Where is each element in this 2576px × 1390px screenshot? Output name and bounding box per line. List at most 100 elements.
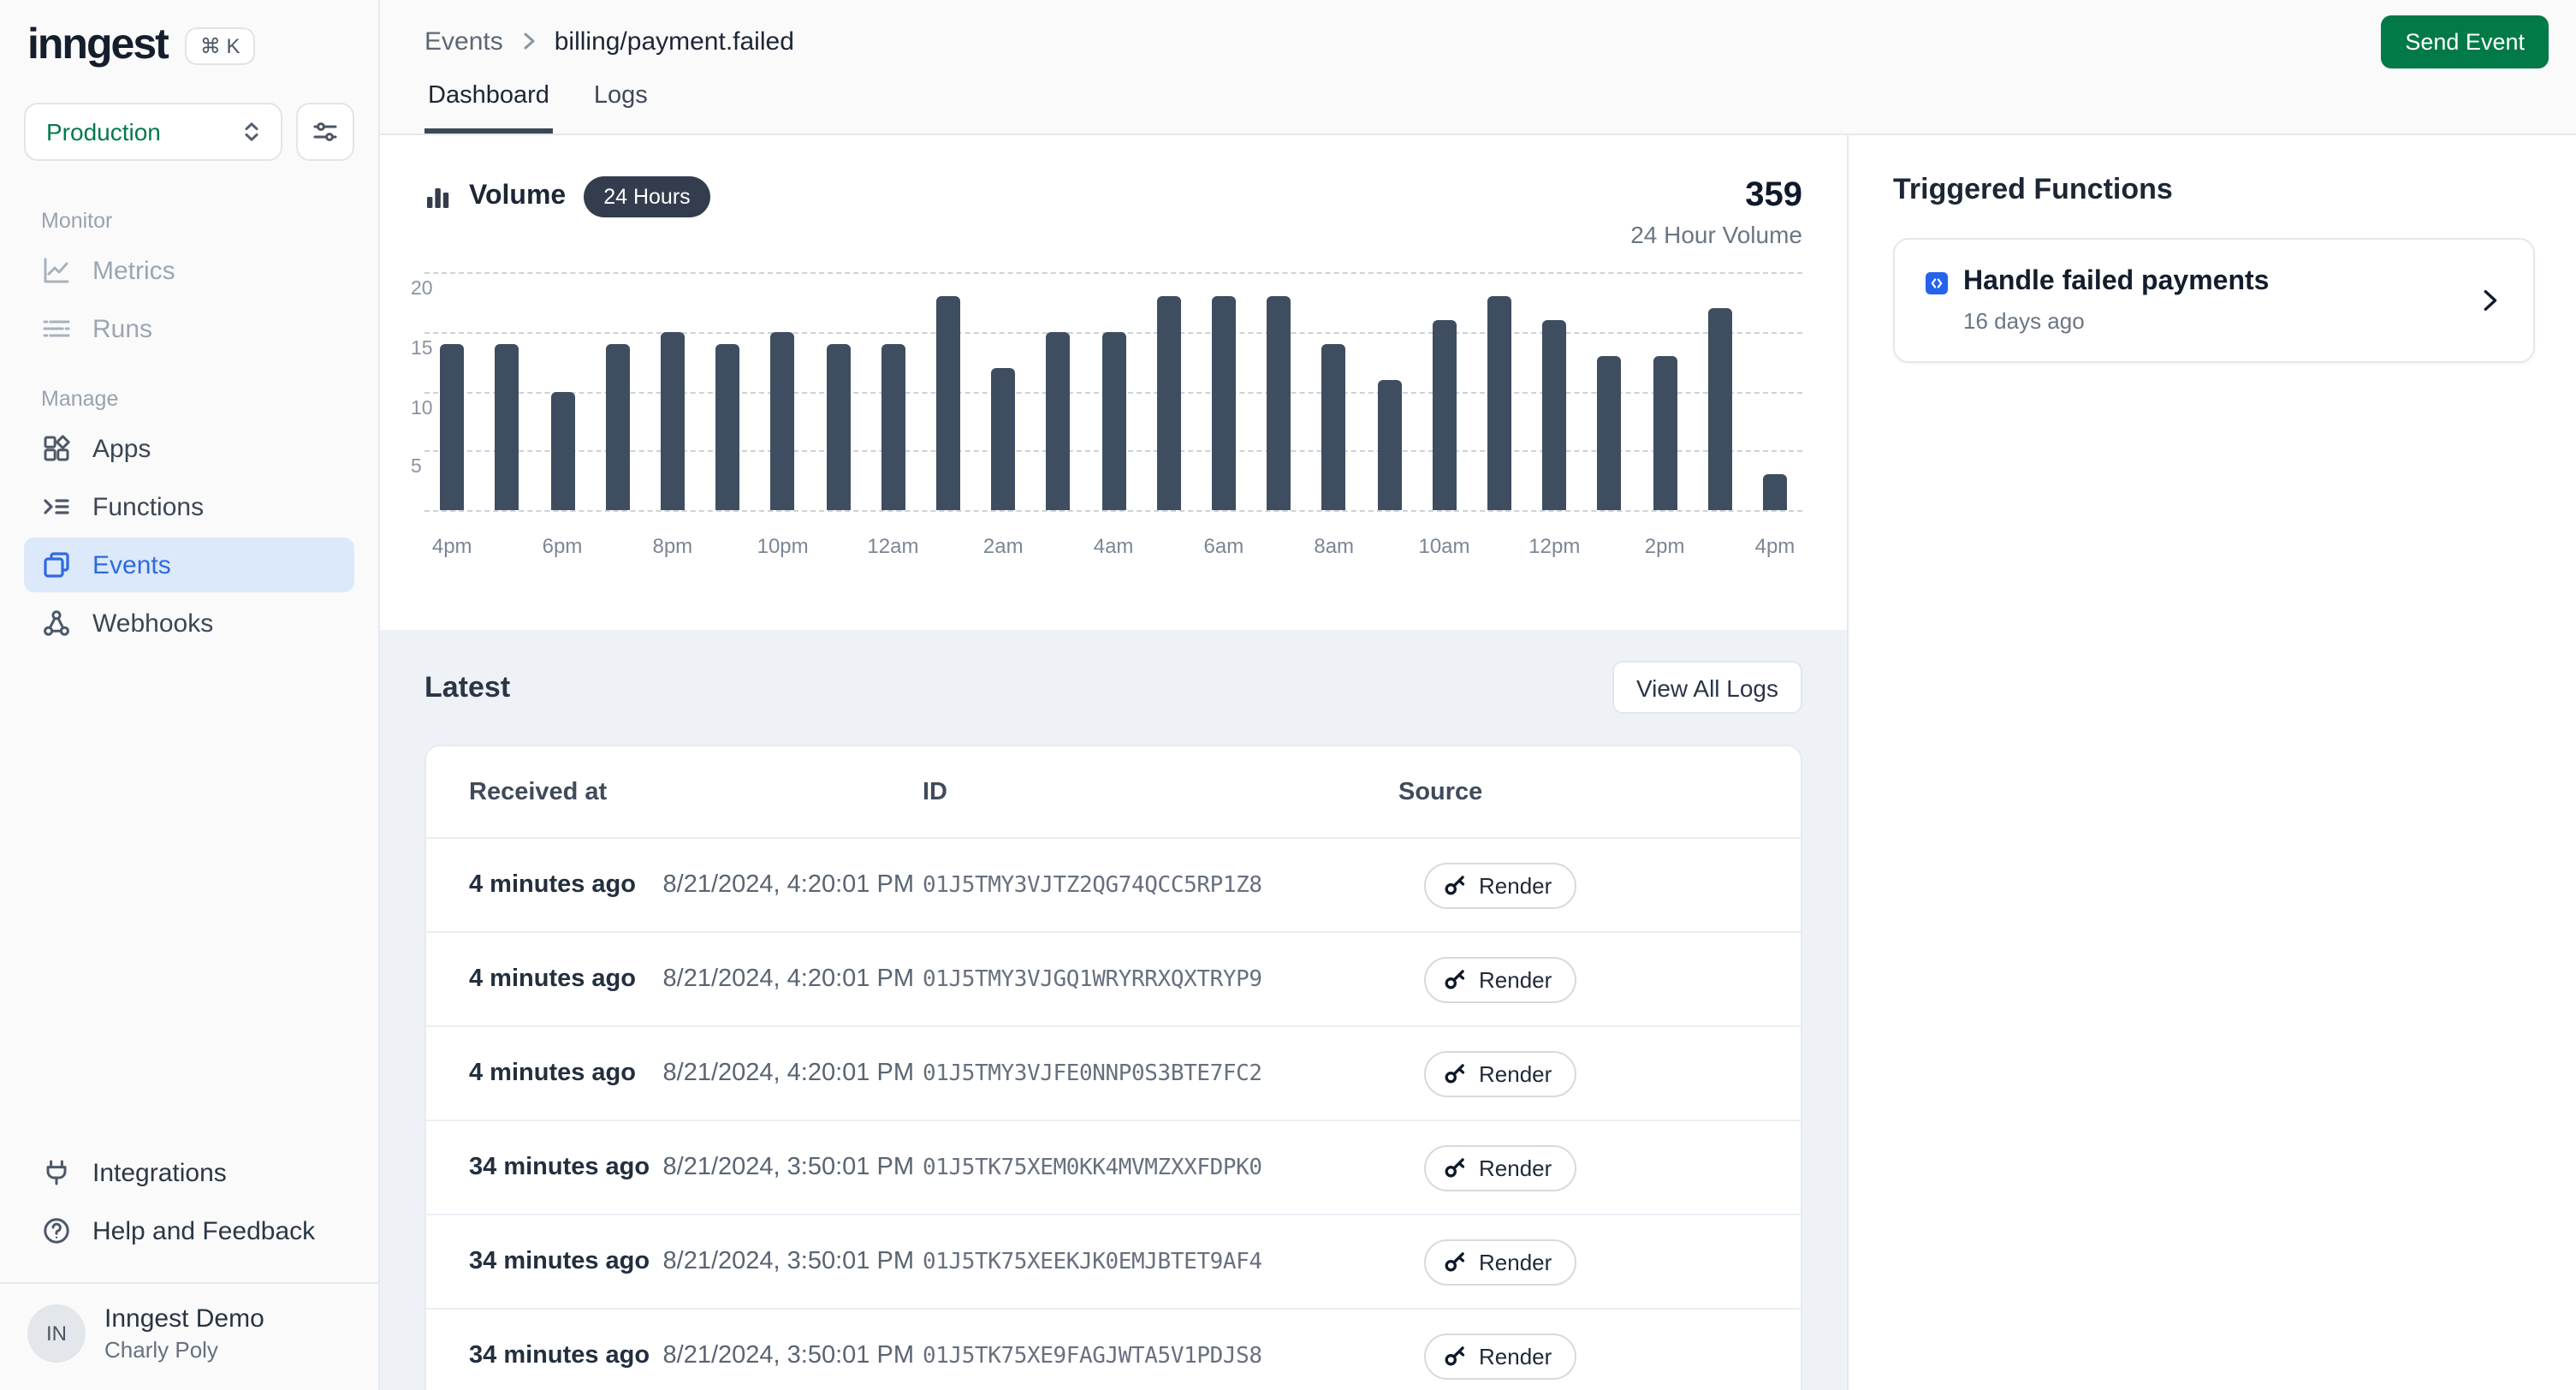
column-header-id: ID bbox=[923, 778, 1398, 805]
sliders-icon bbox=[312, 118, 339, 146]
source-label: Render bbox=[1479, 872, 1552, 898]
chart-bar-9pm bbox=[715, 343, 739, 510]
sidebar: inngest ⌘ K Production MonitorMetricsRun… bbox=[0, 0, 380, 1390]
chart-bar-1am bbox=[936, 296, 960, 510]
cell-source: Render bbox=[1398, 1144, 1801, 1191]
table-row[interactable]: 34 minutes ago8/21/2024, 3:50:01 PM01J5T… bbox=[426, 1214, 1801, 1308]
cell-event-id: 01J5TMY3VJFE0NNP0S3BTE7FC2 bbox=[923, 1060, 1398, 1086]
chart-bar-4pm bbox=[440, 343, 464, 510]
chart-bar-2pm bbox=[1653, 355, 1677, 510]
sidebar-item-events[interactable]: Events bbox=[24, 538, 354, 592]
cell-received-at: 4 minutes ago8/21/2024, 4:20:01 PM bbox=[469, 1060, 923, 1087]
tab-dashboard[interactable]: Dashboard bbox=[424, 82, 553, 134]
relative-time: 4 minutes ago bbox=[469, 871, 636, 899]
tab-logs[interactable]: Logs bbox=[591, 82, 651, 134]
chart-bar-3am bbox=[1047, 332, 1071, 511]
table-header-row: Received at ID Source bbox=[426, 746, 1801, 837]
chart-bar-slot bbox=[590, 272, 644, 510]
volume-total: 359 bbox=[1630, 176, 1802, 216]
absolute-timestamp: 8/21/2024, 3:50:01 PM bbox=[663, 1248, 914, 1275]
relative-time: 34 minutes ago bbox=[469, 1342, 650, 1369]
sidebar-nav: Monitor Metrics Runs Manage Apps Functions Eve… bbox=[24, 178, 354, 654]
sidebar-item-label: Help and Feedback bbox=[92, 1216, 315, 1245]
source-render-button[interactable]: Render bbox=[1424, 1144, 1576, 1191]
events-icon bbox=[41, 549, 72, 580]
chart-bar-12am bbox=[881, 343, 905, 510]
sidebar-item-label: Webhooks bbox=[92, 609, 213, 638]
volume-title: Volume bbox=[469, 181, 566, 212]
cell-event-id: 01J5TK75XEM0KK4MVMZXXFDPK0 bbox=[923, 1155, 1398, 1180]
sidebar-item-label: Metrics bbox=[92, 256, 175, 285]
center-column: Volume 24 Hours 359 24 Hour Volume 20151… bbox=[380, 135, 1847, 1390]
table-row[interactable]: 4 minutes ago8/21/2024, 4:20:01 PM01J5TM… bbox=[426, 837, 1801, 931]
source-label: Render bbox=[1479, 966, 1552, 992]
table-row[interactable]: 4 minutes ago8/21/2024, 4:20:01 PM01J5TM… bbox=[426, 1025, 1801, 1120]
send-event-button[interactable]: Send Event bbox=[2381, 15, 2549, 68]
key-icon bbox=[1443, 1155, 1467, 1179]
chart-bars bbox=[424, 272, 1802, 510]
source-render-button[interactable]: Render bbox=[1424, 1239, 1576, 1285]
source-render-button[interactable]: Render bbox=[1424, 956, 1576, 1002]
source-label: Render bbox=[1479, 1343, 1552, 1369]
volume-bar-chart: 2015105 bbox=[424, 272, 1802, 510]
x-axis-tick-label bbox=[479, 534, 534, 558]
chart-bar-11pm bbox=[826, 343, 850, 510]
function-name-row: Handle failed payments bbox=[1926, 267, 2269, 298]
command-k-shortcut[interactable]: ⌘ K bbox=[185, 27, 256, 64]
key-icon bbox=[1443, 1061, 1467, 1085]
sidebar-item-label: Functions bbox=[92, 492, 204, 521]
chart-bar-slot bbox=[1030, 272, 1085, 510]
chart-bar-12pm bbox=[1542, 320, 1566, 510]
chart-bar-slot bbox=[1582, 272, 1637, 510]
table-row[interactable]: 4 minutes ago8/21/2024, 4:20:01 PM01J5TM… bbox=[426, 931, 1801, 1025]
volume-header: Volume 24 Hours 359 24 Hour Volume bbox=[424, 135, 1802, 248]
chart-bar-slot bbox=[1251, 272, 1306, 510]
chart-bar-slot bbox=[810, 272, 865, 510]
sidebar-item-apps[interactable]: Apps bbox=[24, 421, 354, 476]
source-render-button[interactable]: Render bbox=[1424, 862, 1576, 908]
nav-section-label: Manage bbox=[41, 387, 354, 411]
function-last-run: 16 days ago bbox=[1963, 308, 2269, 334]
relative-time: 34 minutes ago bbox=[469, 1248, 650, 1275]
cell-event-id: 01J5TMY3VJTZ2QG74QCC5RP1Z8 bbox=[923, 872, 1398, 898]
x-axis-tick-label bbox=[1251, 534, 1306, 558]
chart-bar-slot bbox=[645, 272, 700, 510]
sidebar-item-webhooks[interactable]: Webhooks bbox=[24, 596, 354, 650]
nav-section-label: Monitor bbox=[41, 209, 354, 233]
latest-section: Latest View All Logs Received at ID Sour… bbox=[380, 630, 1847, 1390]
breadcrumb-events-link[interactable]: Events bbox=[424, 27, 503, 56]
chart-bar-slot bbox=[1748, 272, 1802, 510]
absolute-timestamp: 8/21/2024, 4:20:01 PM bbox=[663, 1060, 914, 1087]
cell-source: Render bbox=[1398, 1050, 1801, 1096]
sidebar-item-metrics[interactable]: Metrics bbox=[24, 243, 354, 298]
environment-select[interactable]: Production bbox=[24, 103, 282, 161]
x-axis-tick-label: 10pm bbox=[755, 534, 810, 558]
chart-bar-6am bbox=[1212, 296, 1236, 510]
chart-bar-3pm bbox=[1708, 308, 1732, 510]
chart-bar-9am bbox=[1377, 379, 1401, 510]
y-axis-tick-label: 5 bbox=[411, 458, 422, 478]
sidebar-item-functions[interactable]: Functions bbox=[24, 479, 354, 534]
source-render-button[interactable]: Render bbox=[1424, 1333, 1576, 1379]
user-org-name: Inngest Demo bbox=[104, 1304, 264, 1334]
triggered-functions-list: Handle failed payments 16 days ago bbox=[1893, 238, 2535, 363]
sidebar-item-runs[interactable]: Runs bbox=[24, 301, 354, 356]
sidebar-item-integrations[interactable]: Integrations bbox=[24, 1145, 354, 1200]
environment-settings-button[interactable] bbox=[296, 103, 354, 161]
table-row[interactable]: 34 minutes ago8/21/2024, 3:50:01 PM01J5T… bbox=[426, 1120, 1801, 1214]
content: Volume 24 Hours 359 24 Hour Volume 20151… bbox=[380, 135, 2576, 1390]
cell-source: Render bbox=[1398, 956, 1801, 1002]
sidebar-item-help-and-feedback[interactable]: Help and Feedback bbox=[24, 1203, 354, 1258]
volume-chart-section: Volume 24 Hours 359 24 Hour Volume 20151… bbox=[380, 135, 1847, 630]
source-render-button[interactable]: Render bbox=[1424, 1050, 1576, 1096]
chevron-right-icon bbox=[2477, 288, 2502, 313]
sidebar-item-label: Runs bbox=[92, 314, 152, 343]
view-all-logs-button[interactable]: View All Logs bbox=[1612, 661, 1802, 714]
chart-bar-slot bbox=[1637, 272, 1692, 510]
chart-bar-4pm bbox=[1763, 474, 1787, 510]
table-row[interactable]: 34 minutes ago8/21/2024, 3:50:01 PM01J5T… bbox=[426, 1308, 1801, 1390]
triggered-function-card[interactable]: Handle failed payments 16 days ago bbox=[1893, 238, 2535, 363]
range-badge-24-hours[interactable]: 24 Hours bbox=[583, 176, 710, 217]
cell-received-at: 34 minutes ago8/21/2024, 3:50:01 PM bbox=[469, 1342, 923, 1369]
user-account-button[interactable]: IN Inngest Demo Charly Poly bbox=[24, 1284, 354, 1366]
